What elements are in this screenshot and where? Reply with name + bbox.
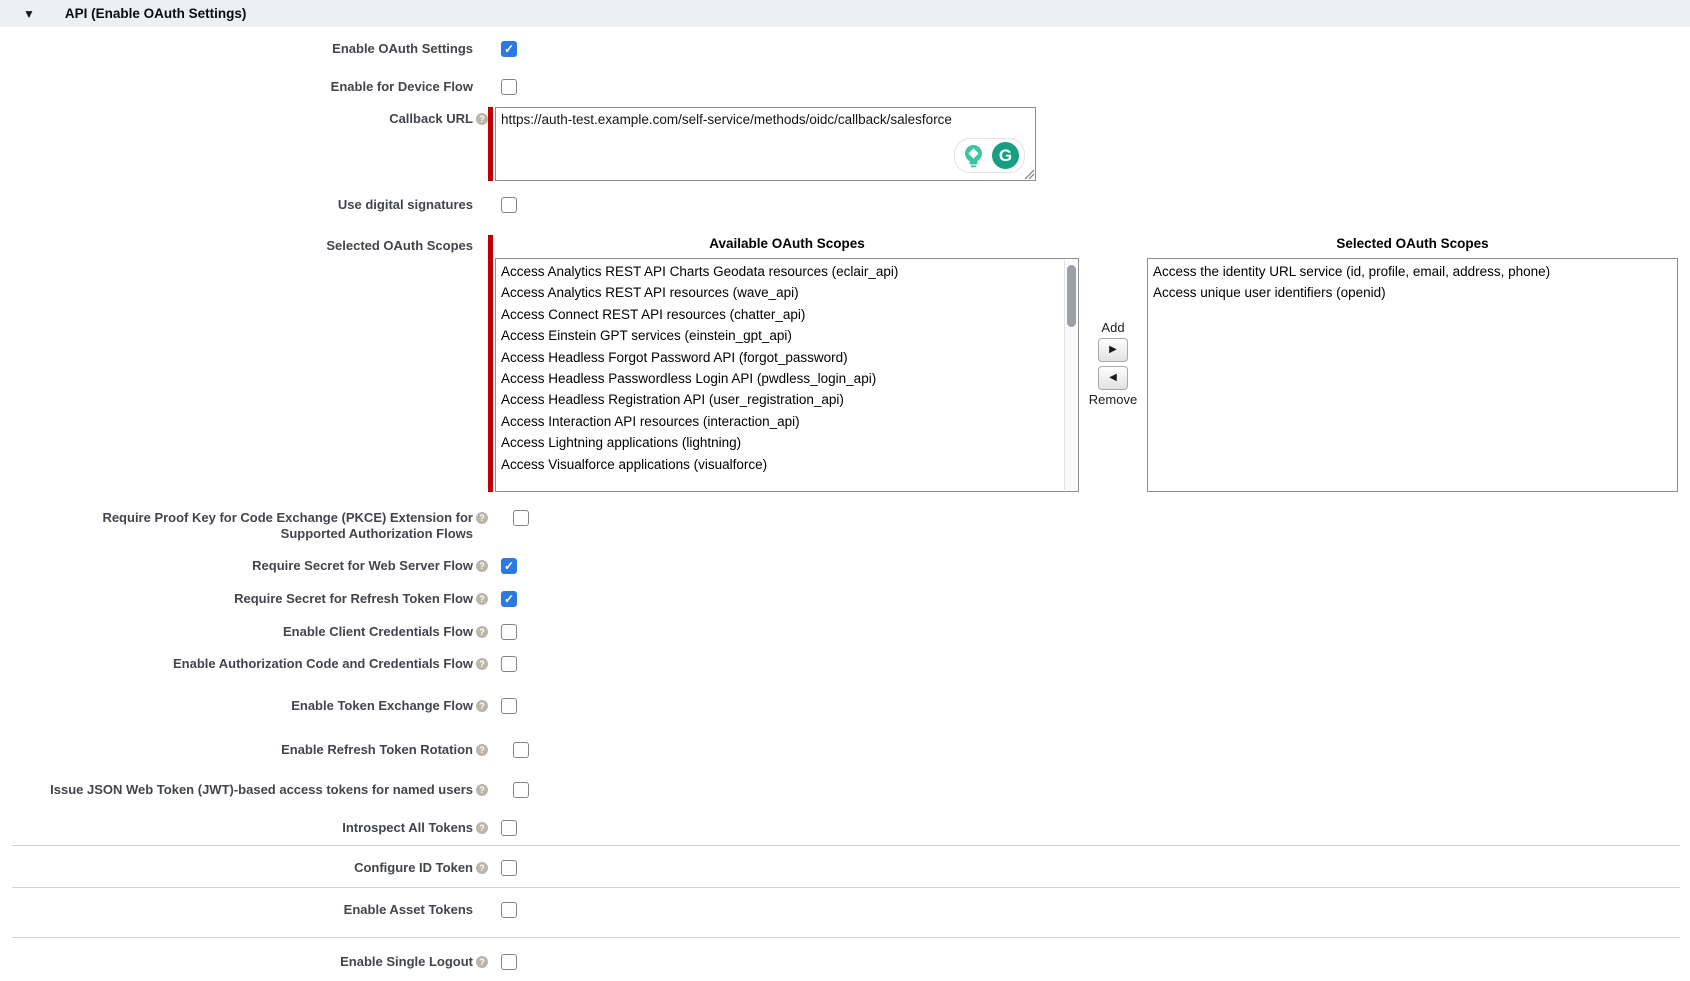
issue-jwt-tokens-label: Issue JSON Web Token (JWT)-based access … <box>50 782 488 798</box>
require-secret-web-server-label: Require Secret for Web Server Flow <box>252 558 488 574</box>
enable-asset-tokens-label: Enable Asset Tokens <box>344 902 488 918</box>
add-scope-button[interactable]: ▶ <box>1098 338 1128 362</box>
textarea-resize-handle[interactable] <box>1023 168 1035 180</box>
field-row-configure-id-token: Configure ID Token ? <box>0 856 1690 880</box>
enable-client-credentials-checkbox[interactable] <box>501 624 517 640</box>
oauth-scope-option[interactable]: Access Analytics REST API Charts Geodata… <box>496 261 1078 282</box>
enable-refresh-token-rotation-label: Enable Refresh Token Rotation <box>281 742 488 758</box>
help-icon[interactable]: ? <box>476 822 488 834</box>
oauth-scope-option[interactable]: Access the identity URL service (id, pro… <box>1148 261 1677 282</box>
issue-jwt-tokens-checkbox[interactable] <box>513 782 529 798</box>
enable-single-logout-checkbox[interactable] <box>501 954 517 970</box>
listbox-scrollbar-thumb[interactable] <box>1067 265 1076 327</box>
oauth-scopes-label: Selected OAuth Scopes <box>326 238 488 254</box>
callback-url-textarea[interactable]: https://auth-test.example.com/self-servi… <box>495 107 1036 181</box>
help-icon[interactable]: ? <box>476 658 488 670</box>
introspect-all-tokens-checkbox[interactable] <box>501 820 517 836</box>
help-icon[interactable]: ? <box>476 593 488 605</box>
enable-token-exchange-checkbox[interactable] <box>501 698 517 714</box>
section-divider <box>12 845 1680 846</box>
help-icon[interactable]: ? <box>476 784 488 796</box>
required-field-bar <box>488 107 493 181</box>
section-header: ▼ API (Enable OAuth Settings) <box>0 0 1690 27</box>
field-row-enable-auth-code-credentials: Enable Authorization Code and Credential… <box>0 652 1690 676</box>
add-label: Add <box>1101 320 1124 336</box>
enable-asset-tokens-checkbox[interactable] <box>501 902 517 918</box>
help-icon[interactable]: ? <box>476 956 488 968</box>
field-row-require-secret-refresh-token: Require Secret for Refresh Token Flow ? <box>0 587 1690 611</box>
field-row-introspect-all-tokens: Introspect All Tokens ? <box>0 816 1690 840</box>
oauth-scope-option[interactable]: Access Headless Registration API (user_r… <box>496 389 1078 410</box>
enable-auth-code-credentials-label: Enable Authorization Code and Credential… <box>173 656 488 672</box>
help-icon[interactable]: ? <box>476 626 488 638</box>
collapse-section-icon[interactable]: ▼ <box>23 8 35 20</box>
help-icon[interactable]: ? <box>476 862 488 874</box>
enable-device-flow-label: Enable for Device Flow <box>331 79 488 95</box>
oauth-scope-option[interactable]: Access Connect REST API resources (chatt… <box>496 304 1078 325</box>
section-divider <box>12 887 1680 888</box>
enable-single-logout-label: Enable Single Logout <box>340 954 488 970</box>
callback-url-label: Callback URL <box>389 111 488 127</box>
introspect-all-tokens-label: Introspect All Tokens <box>342 820 488 836</box>
help-icon[interactable]: ? <box>476 512 488 524</box>
available-scopes-header: Available OAuth Scopes <box>495 235 1079 253</box>
help-icon[interactable]: ? <box>476 560 488 572</box>
oauth-scope-option[interactable]: Access Analytics REST API resources (wav… <box>496 282 1078 303</box>
section-title: API (Enable OAuth Settings) <box>65 6 247 21</box>
browser-extension-widget: G <box>954 138 1025 173</box>
enable-auth-code-credentials-checkbox[interactable] <box>501 656 517 672</box>
oauth-scope-option[interactable]: Access Einstein GPT services (einstein_g… <box>496 325 1078 346</box>
use-digital-signatures-label: Use digital signatures <box>338 197 488 213</box>
selected-scopes-header: Selected OAuth Scopes <box>1147 235 1678 253</box>
field-row-oauth-scopes: Selected OAuth Scopes Available OAuth Sc… <box>0 235 1690 492</box>
require-secret-refresh-token-label: Require Secret for Refresh Token Flow <box>234 591 488 607</box>
oauth-scope-option[interactable]: Access Headless Forgot Password API (for… <box>496 347 1078 368</box>
remove-scope-button[interactable]: ◀ <box>1098 366 1128 390</box>
help-icon[interactable]: ? <box>476 113 488 125</box>
section-divider <box>12 937 1680 938</box>
field-row-enable-oauth-settings: Enable OAuth Settings <box>0 37 1690 61</box>
oauth-scope-option[interactable]: Access unique user identifiers (openid) <box>1148 282 1677 303</box>
selected-scopes-listbox[interactable]: Access the identity URL service (id, pro… <box>1147 258 1678 492</box>
enable-refresh-token-rotation-checkbox[interactable] <box>513 742 529 758</box>
lightbulb-extension-icon[interactable] <box>960 142 987 169</box>
field-row-enable-token-exchange: Enable Token Exchange Flow ? <box>0 694 1690 718</box>
help-icon[interactable]: ? <box>476 700 488 712</box>
field-row-enable-single-logout: Enable Single Logout ? <box>0 950 1690 974</box>
enable-device-flow-checkbox[interactable] <box>501 79 517 95</box>
grammarly-icon[interactable]: G <box>992 142 1019 169</box>
field-row-issue-jwt-tokens: Issue JSON Web Token (JWT)-based access … <box>0 778 1690 802</box>
field-row-enable-device-flow: Enable for Device Flow <box>0 75 1690 99</box>
oauth-scope-option[interactable]: Access Headless Passwordless Login API (… <box>496 368 1078 389</box>
field-row-enable-refresh-token-rotation: Enable Refresh Token Rotation ? <box>0 738 1690 762</box>
oauth-scope-option[interactable]: Access Visualforce applications (visualf… <box>496 454 1078 475</box>
field-row-require-pkce: Require Proof Key for Code Exchange (PKC… <box>0 510 1690 542</box>
field-row-enable-asset-tokens: Enable Asset Tokens <box>0 898 1690 922</box>
remove-label: Remove <box>1089 392 1137 408</box>
field-row-require-secret-web-server: Require Secret for Web Server Flow ? <box>0 554 1690 578</box>
field-row-callback-url: Callback URL ? https://auth-test.example… <box>0 107 1690 181</box>
field-row-use-digital-signatures: Use digital signatures <box>0 193 1690 217</box>
enable-token-exchange-label: Enable Token Exchange Flow <box>291 698 488 714</box>
enable-oauth-settings-checkbox[interactable] <box>501 41 517 57</box>
require-secret-refresh-token-checkbox[interactable] <box>501 591 517 607</box>
configure-id-token-label: Configure ID Token <box>354 860 488 876</box>
available-scopes-listbox[interactable]: Access Analytics REST API Charts Geodata… <box>495 258 1079 492</box>
enable-oauth-settings-label: Enable OAuth Settings <box>332 41 488 57</box>
require-pkce-label: Require Proof Key for Code Exchange (PKC… <box>43 510 488 542</box>
oauth-scope-option[interactable]: Access Interaction API resources (intera… <box>496 411 1078 432</box>
use-digital-signatures-checkbox[interactable] <box>501 197 517 213</box>
require-secret-web-server-checkbox[interactable] <box>501 558 517 574</box>
field-row-enable-client-credentials: Enable Client Credentials Flow ? <box>0 620 1690 644</box>
required-field-bar <box>488 235 493 492</box>
callback-url-value: https://auth-test.example.com/self-servi… <box>501 112 952 127</box>
require-pkce-checkbox[interactable] <box>513 510 529 526</box>
oauth-scope-option[interactable]: Access Lightning applications (lightning… <box>496 432 1078 453</box>
listbox-scrollbar[interactable] <box>1064 260 1077 490</box>
help-icon[interactable]: ? <box>476 744 488 756</box>
configure-id-token-checkbox[interactable] <box>501 860 517 876</box>
enable-client-credentials-label: Enable Client Credentials Flow <box>283 624 488 640</box>
